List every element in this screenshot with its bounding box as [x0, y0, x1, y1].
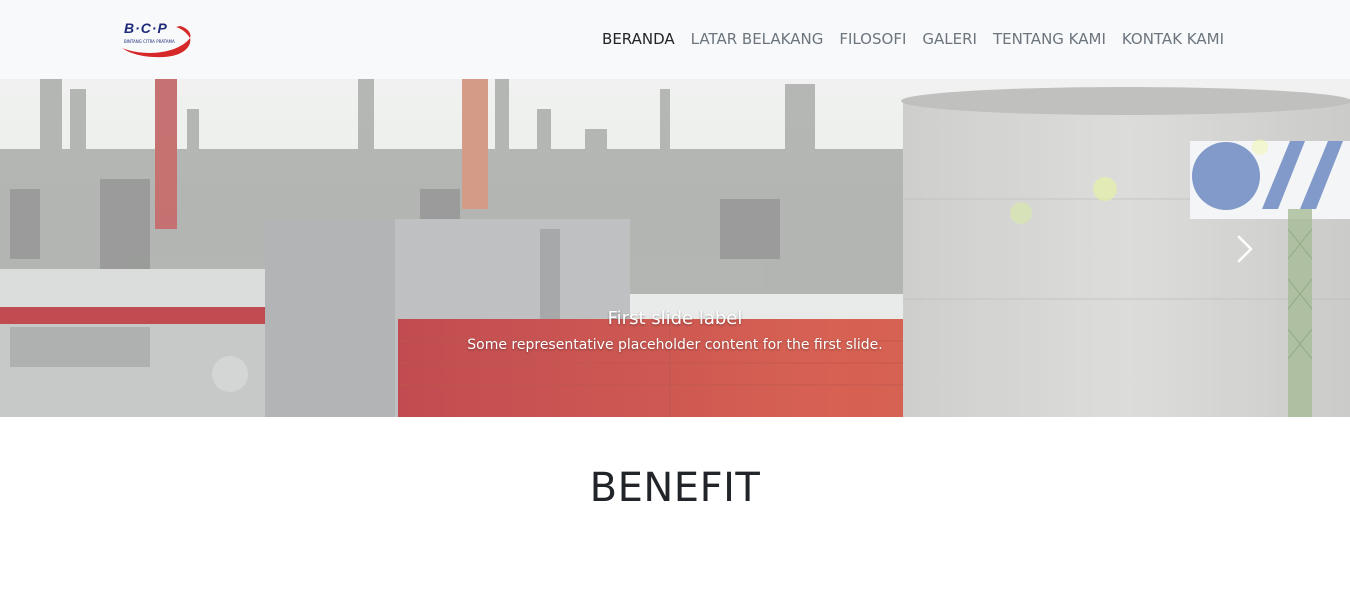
slide-caption: First slide label Some representative pl…: [0, 308, 1350, 353]
refinery-slide-image: 16 15: [0, 79, 1350, 417]
slide-text: Some representative placeholder content …: [467, 337, 883, 353]
main-nav: BERANDA LATAR BELAKANG FILOSOFI GALERI T…: [602, 30, 1224, 48]
benefit-heading: BENEFIT: [589, 465, 761, 511]
logo-text: B·C·P: [124, 20, 168, 36]
nav-item-filosofi[interactable]: FILOSOFI: [839, 30, 906, 48]
hero-carousel: 16 15 First slide label S: [0, 79, 1350, 417]
navbar: B·C·P BINTANG CITRA PRATAMA BERANDA LATA…: [0, 0, 1350, 79]
nav-item-latar-belakang[interactable]: LATAR BELAKANG: [691, 30, 824, 48]
nav-item-kontak-kami[interactable]: KONTAK KAMI: [1122, 30, 1224, 48]
carousel-next-button[interactable]: [1230, 229, 1260, 269]
slide-title: First slide label: [607, 308, 743, 329]
nav-item-galeri[interactable]: GALERI: [922, 30, 977, 48]
nav-item-tentang-kami[interactable]: TENTANG KAMI: [993, 30, 1106, 48]
nav-item-beranda[interactable]: BERANDA: [602, 30, 675, 48]
brand-logo[interactable]: B·C·P BINTANG CITRA PRATAMA: [118, 18, 196, 60]
logo-subtitle: BINTANG CITRA PRATAMA: [124, 39, 175, 44]
chevron-right-icon: [1237, 235, 1253, 263]
